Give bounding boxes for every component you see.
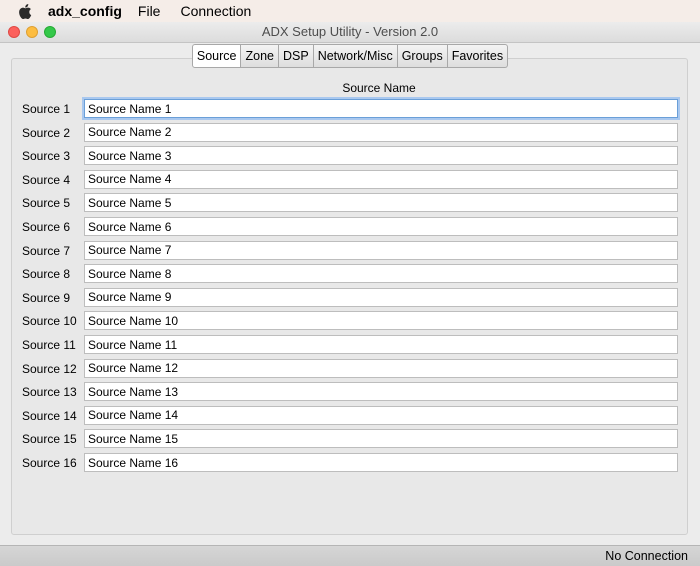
source-row: Source 12 [0,358,700,382]
source-row: Source 4 [0,169,700,193]
source-row: Source 5 [0,192,700,216]
source-row: Source 16 [0,452,700,476]
source-name-input[interactable] [84,217,678,236]
source-label: Source 15 [22,432,77,447]
source-label: Source 3 [22,149,71,164]
source-label: Source 6 [22,220,71,234]
source-name-input[interactable] [84,358,678,378]
status-bar: No Connection [0,545,700,566]
source-name-input[interactable] [84,193,678,213]
connection-status: No Connection [605,549,688,563]
source-name-input[interactable] [84,122,678,142]
source-name-input[interactable] [84,240,678,260]
window-title: ADX Setup Utility - Version 2.0 [261,24,439,39]
source-label: Source 7 [22,243,71,258]
window-title-bar: ADX Setup Utility - Version 2.0 [0,22,700,43]
source-label: Source 13 [22,385,77,400]
source-row: Source 3 [0,145,700,169]
tab-dsp[interactable]: DSP [278,44,314,68]
source-row: Source 6 [0,216,700,240]
source-label: Source 14 [22,408,77,423]
source-name-input[interactable] [84,382,678,402]
menu-file[interactable]: File [138,3,161,19]
source-row: Source 11 [0,334,700,358]
source-label: Source 1 [22,102,71,116]
menu-bar: adx_config File Connection [0,0,700,23]
source-name-input[interactable] [84,429,678,449]
source-row: Source 10 [0,310,700,334]
source-row: Source 13 [0,381,700,405]
source-row: Source 8 [0,263,700,287]
source-label: Source 5 [22,196,71,211]
source-name-input[interactable] [84,169,678,189]
source-label: Source 11 [22,338,76,352]
source-row: Source 14 [0,405,700,429]
tab-source[interactable]: Source [191,44,242,68]
source-name-input[interactable] [84,453,678,472]
tab-zone[interactable]: Zone [241,44,279,68]
menu-connection[interactable]: Connection [180,3,251,19]
source-label: Source 10 [22,314,77,329]
source-label: Source 8 [22,267,71,282]
source-name-input[interactable] [84,287,678,307]
source-label: Source 9 [22,290,71,305]
source-name-column-header: Source Name [342,81,416,95]
menu-app-name[interactable]: adx_config [48,3,122,19]
source-row: Source 1 [0,98,700,122]
source-name-input[interactable] [84,335,678,354]
source-name-input[interactable] [84,264,678,284]
tab-groups[interactable]: Groups [397,44,448,68]
source-name-input[interactable] [84,99,678,118]
source-name-input[interactable] [84,146,678,166]
source-label: Source 16 [22,456,77,470]
source-label: Source 2 [22,125,71,140]
apple-icon[interactable] [18,3,32,19]
source-row: Source 7 [0,240,700,264]
source-row: Source 2 [0,122,700,146]
source-row: Source 15 [0,428,700,452]
source-name-input[interactable] [84,405,678,425]
tab-network-misc[interactable]: Network/Misc [313,44,398,68]
source-name-input[interactable] [84,311,678,331]
source-row: Source 9 [0,287,700,311]
tab-bar: Source Zone DSP Network/Misc Groups Favo… [0,44,700,68]
source-label: Source 4 [22,172,71,187]
tab-favorites[interactable]: Favorites [447,44,509,68]
source-label: Source 12 [22,361,77,376]
